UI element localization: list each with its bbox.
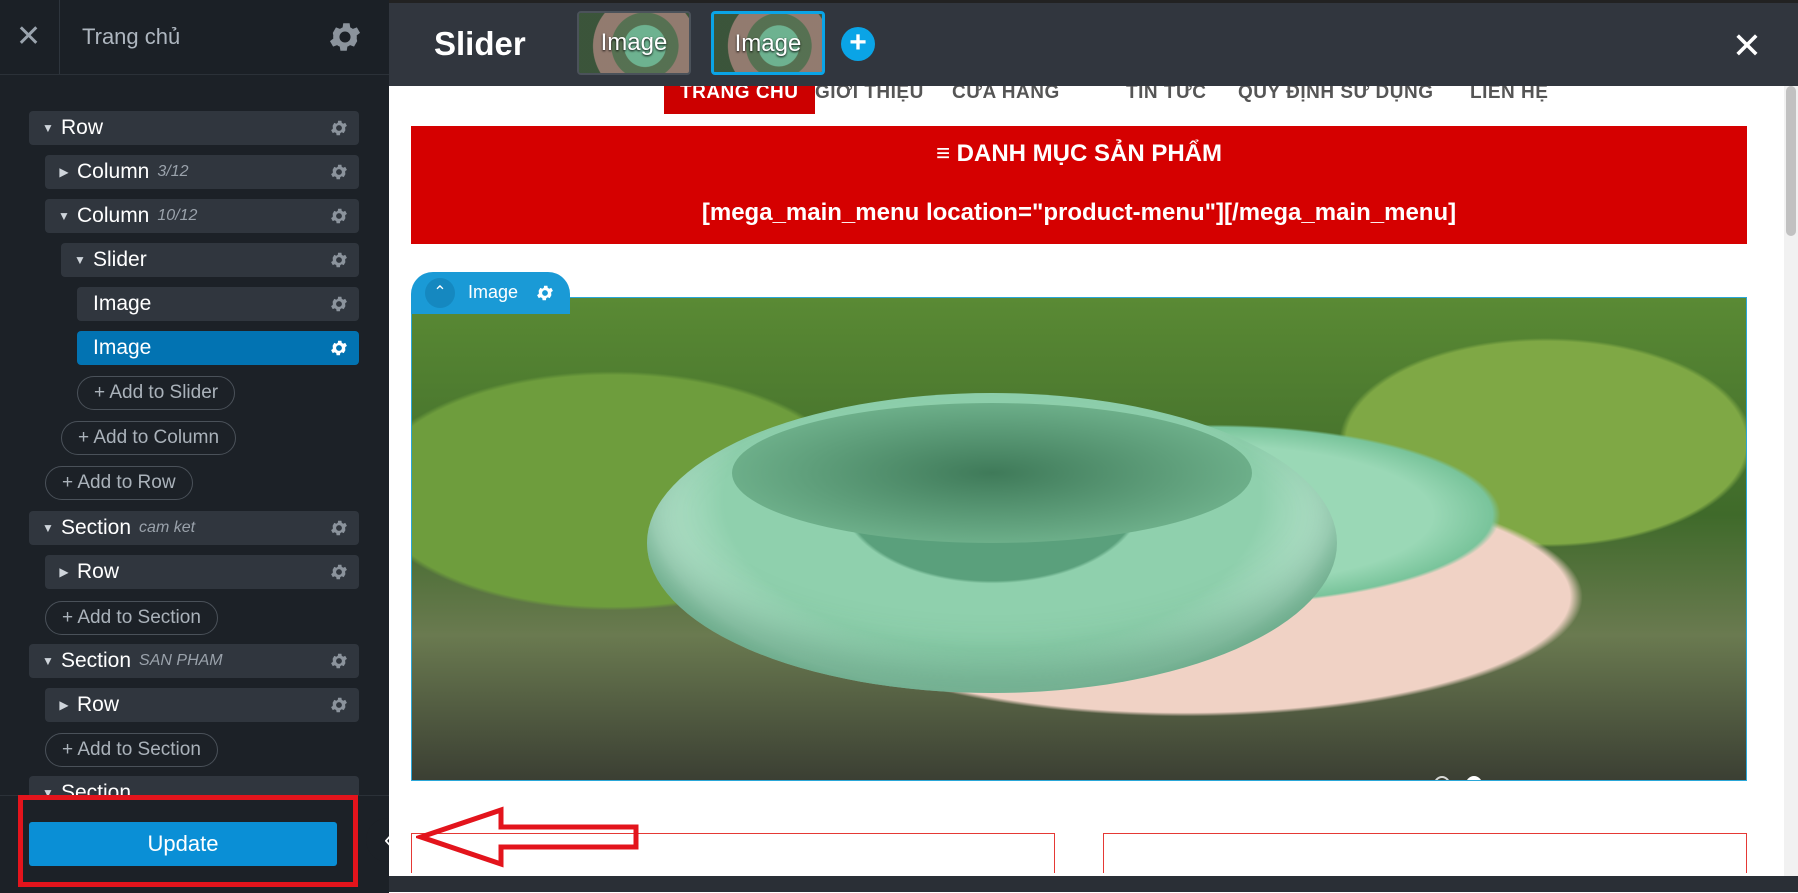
close-icon[interactable]: ✕ — [1732, 29, 1762, 65]
add-to-section-button[interactable]: + Add to Section — [45, 733, 218, 767]
add-to-row-button[interactable]: + Add to Row — [45, 466, 193, 500]
tree-item-column[interactable]: ▼ Column 10/12 — [45, 199, 359, 233]
tree-item-image[interactable]: Image — [77, 287, 359, 321]
sidebar-header: ✕ Trang chủ — [0, 0, 389, 75]
chevron-up-icon[interactable]: ⌃ — [425, 278, 455, 308]
tree-item-section[interactable]: ▼ Section cam ket — [29, 511, 359, 545]
gear-icon[interactable] — [329, 162, 349, 182]
slider-image[interactable] — [411, 297, 1747, 781]
bottom-bar — [389, 876, 1798, 892]
gear-icon[interactable] — [329, 562, 349, 582]
tree-item-row[interactable]: ▶ Row — [45, 555, 359, 589]
page-preview: TRANG CHỦ GIỚI THIỆU CỬA HÀNG TIN TỨC QU… — [389, 86, 1784, 876]
product-card — [1103, 833, 1747, 873]
nav-item-about[interactable]: GIỚI THIỆU — [815, 86, 924, 104]
gear-icon[interactable] — [329, 338, 349, 358]
add-to-slider-button[interactable]: + Add to Slider — [77, 376, 236, 410]
slide-thumb[interactable]: Image — [577, 11, 691, 75]
nav-item-contact[interactable]: LIÊN HỆ — [1470, 86, 1548, 104]
slide-thumb-active[interactable]: Image — [711, 11, 825, 75]
scrollbar[interactable] — [1784, 86, 1798, 876]
nav-item-home[interactable]: TRANG CHỦ — [664, 86, 815, 114]
update-highlight-box — [18, 795, 358, 887]
gear-icon[interactable] — [326, 18, 364, 56]
gear-icon[interactable] — [329, 206, 349, 226]
caret-right-icon[interactable]: ▶ — [57, 155, 71, 189]
site-nav: TRANG CHỦ GIỚI THIỆU CỬA HÀNG TIN TỨC QU… — [389, 86, 1784, 114]
tree-item-row[interactable]: ▶ Row — [45, 688, 359, 722]
page-title: Trang chủ — [82, 24, 181, 49]
image-tab-label: Image — [468, 282, 519, 302]
gear-icon[interactable] — [329, 651, 349, 671]
caret-down-icon[interactable]: ▼ — [41, 111, 55, 145]
close-icon[interactable]: ✕ — [16, 20, 41, 54]
add-to-section-button[interactable]: + Add to Section — [45, 601, 218, 635]
gear-icon[interactable] — [329, 518, 349, 538]
caret-right-icon[interactable]: ▶ — [57, 688, 71, 722]
tree-item-section[interactable]: ▼ Section SAN PHAM — [29, 644, 359, 678]
gear-icon[interactable] — [329, 695, 349, 715]
tree-item-row[interactable]: ▼ Row — [29, 111, 359, 145]
gear-icon[interactable] — [329, 250, 349, 270]
caret-down-icon[interactable]: ▼ — [73, 243, 87, 277]
plus-icon[interactable]: + — [841, 27, 875, 61]
element-title: Slider — [434, 25, 526, 62]
tree-item-column[interactable]: ▶ Column 3/12 — [45, 155, 359, 189]
caret-right-icon[interactable]: ▶ — [57, 555, 71, 589]
gear-icon[interactable] — [329, 294, 349, 314]
bracelet-inner — [732, 403, 1252, 543]
caret-down-icon[interactable]: ▼ — [57, 199, 71, 233]
shortcode-text: [mega_main_menu location="product-menu"]… — [701, 199, 1457, 226]
slider-toolbar: Slider Image Image + ✕ — [389, 0, 1798, 89]
add-to-column-button[interactable]: + Add to Column — [61, 421, 237, 455]
annotation-arrow — [416, 806, 639, 868]
caret-down-icon[interactable]: ▼ — [41, 511, 55, 545]
nav-item-terms[interactable]: QUY ĐỊNH SỬ DỤNG — [1238, 86, 1434, 104]
category-title: ≡ DANH MỤC SẢN PHẨM — [936, 140, 1222, 167]
caret-down-icon[interactable]: ▼ — [41, 644, 55, 678]
builder-sidebar: ✕ Trang chủ ▼ Row ▶ Column 3/12 ▼ Column 10/1… — [0, 0, 389, 893]
gear-icon[interactable] — [329, 118, 349, 138]
tree-item-slider[interactable]: ▼ Slider — [61, 243, 359, 277]
header-divider — [59, 0, 60, 74]
category-banner: ≡ DANH MỤC SẢN PHẨM [mega_main_menu loca… — [411, 126, 1747, 244]
tree-item-image-selected[interactable]: Image — [77, 331, 359, 365]
nav-item-news[interactable]: TIN TỨC — [1126, 86, 1206, 104]
scrollbar-thumb[interactable] — [1786, 86, 1796, 236]
nav-item-shop[interactable]: CỬA HÀNG — [952, 86, 1060, 104]
image-element-tab[interactable]: ⌃ Image — [411, 272, 570, 314]
gear-icon[interactable] — [535, 283, 555, 303]
